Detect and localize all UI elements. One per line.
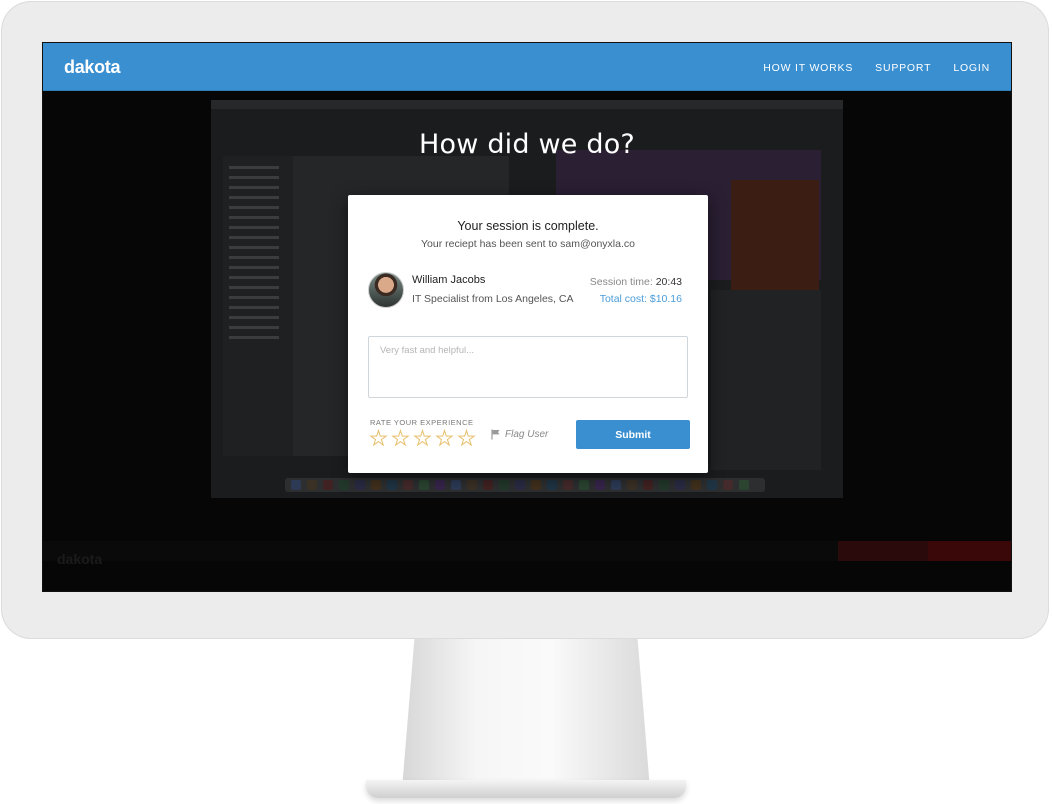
screen: dakota HOW IT WORKS SUPPORT LOGIN dakota…	[42, 42, 1012, 592]
brand-logo[interactable]: dakota	[64, 57, 121, 78]
star-icon-3[interactable]: ★	[412, 429, 433, 450]
session-time: Session time: 20:43	[590, 276, 682, 288]
bottom-bar-end	[928, 541, 1011, 561]
star-icon-4[interactable]: ★	[434, 429, 455, 450]
flag-icon	[491, 429, 500, 440]
rate-experience-label: RATE YOUR EXPERIENCE	[370, 418, 474, 427]
session-complete-modal: Your session is complete. Your reciept h…	[348, 195, 708, 473]
star-icon-5[interactable]: ★	[456, 429, 477, 450]
nav-support[interactable]: SUPPORT	[875, 62, 931, 74]
star-icon-1[interactable]: ★	[368, 429, 389, 450]
nav-links: HOW IT WORKS SUPPORT LOGIN	[763, 62, 990, 74]
finder-sidebar	[223, 156, 293, 456]
star-rating: ★ ★ ★ ★ ★	[368, 429, 477, 450]
rating-heading: How did we do?	[419, 129, 635, 160]
monitor-stand	[402, 639, 650, 789]
nav-login[interactable]: LOGIN	[953, 62, 990, 74]
desktop-photo-2	[731, 180, 819, 300]
avatar	[368, 272, 404, 308]
desktop-dock	[285, 478, 765, 492]
receipt-notice: Your reciept has been sent to sam@onyxla…	[421, 238, 635, 250]
bottom-bar-logo: dakota	[57, 551, 103, 567]
feedback-input[interactable]	[368, 336, 688, 398]
nav-how-it-works[interactable]: HOW IT WORKS	[763, 62, 853, 74]
session-time-label: Session time:	[589, 276, 653, 288]
desktop-panel	[711, 290, 821, 470]
star-icon-2[interactable]: ★	[390, 429, 411, 450]
submit-button[interactable]: Submit	[576, 420, 690, 449]
total-cost: Total cost: $10.16	[599, 293, 682, 305]
expert-name: William Jacobs	[412, 274, 486, 286]
session-complete-title: Your session is complete.	[457, 219, 599, 233]
flag-user-link[interactable]: Flag User	[491, 429, 548, 440]
top-navbar: dakota HOW IT WORKS SUPPORT LOGIN	[43, 43, 1011, 91]
expert-role: IT Specialist from Los Angeles, CA	[412, 293, 574, 305]
flag-user-label: Flag User	[505, 429, 549, 440]
desktop-menubar	[211, 100, 843, 109]
monitor-base	[366, 780, 686, 798]
session-time-value: 20:43	[655, 276, 682, 288]
